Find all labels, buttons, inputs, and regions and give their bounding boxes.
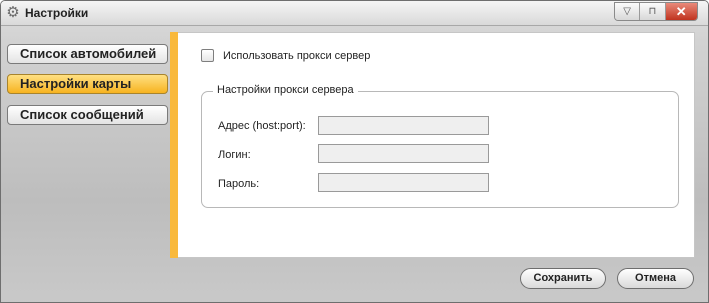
proxy-checkbox-row[interactable]: Использовать прокси сервер [201, 49, 370, 62]
close-icon: ✕ [675, 3, 687, 19]
sidebar-item-vehicle-list[interactable]: Список автомобилей [7, 44, 168, 64]
gear-icon: ⚙ [6, 4, 20, 21]
proxy-settings-group: Настройки прокси сервера Адрес (host:por… [201, 84, 679, 208]
settings-panel: Использовать прокси сервер Настройки про… [178, 32, 695, 258]
restore-button[interactable]: ⊓ [640, 3, 666, 20]
cancel-button[interactable]: Отмена [617, 268, 694, 289]
sidebar-item-message-list[interactable]: Список сообщений [7, 105, 168, 125]
address-label: Адрес (host:port): [218, 120, 306, 132]
proxy-group-legend: Настройки прокси сервера [213, 84, 358, 96]
restore-icon: ⊓ [648, 6, 657, 17]
proxy-checkbox[interactable] [201, 49, 214, 62]
title-bar[interactable]: ⚙ Настройки ▽ ⊓ ✕ [1, 1, 708, 26]
address-field[interactable] [318, 116, 489, 135]
sidebar-item-map-settings[interactable]: Настройки карты [7, 74, 168, 94]
close-button[interactable]: ✕ [665, 3, 697, 20]
save-button[interactable]: Сохранить [520, 268, 606, 289]
settings-window: ⚙ Настройки ▽ ⊓ ✕ Список автомобилей Нас… [0, 0, 709, 303]
panel-accent-bar [170, 32, 178, 258]
minimize-button[interactable]: ▽ [615, 3, 641, 20]
window-title: Настройки [25, 6, 89, 20]
password-label: Пароль: [218, 178, 260, 190]
minimize-icon: ▽ [623, 6, 631, 17]
login-field[interactable] [318, 144, 489, 163]
password-field[interactable] [318, 173, 489, 192]
proxy-checkbox-label: Использовать прокси сервер [223, 49, 371, 62]
login-label: Логин: [218, 149, 251, 161]
window-controls: ▽ ⊓ ✕ [614, 2, 698, 21]
